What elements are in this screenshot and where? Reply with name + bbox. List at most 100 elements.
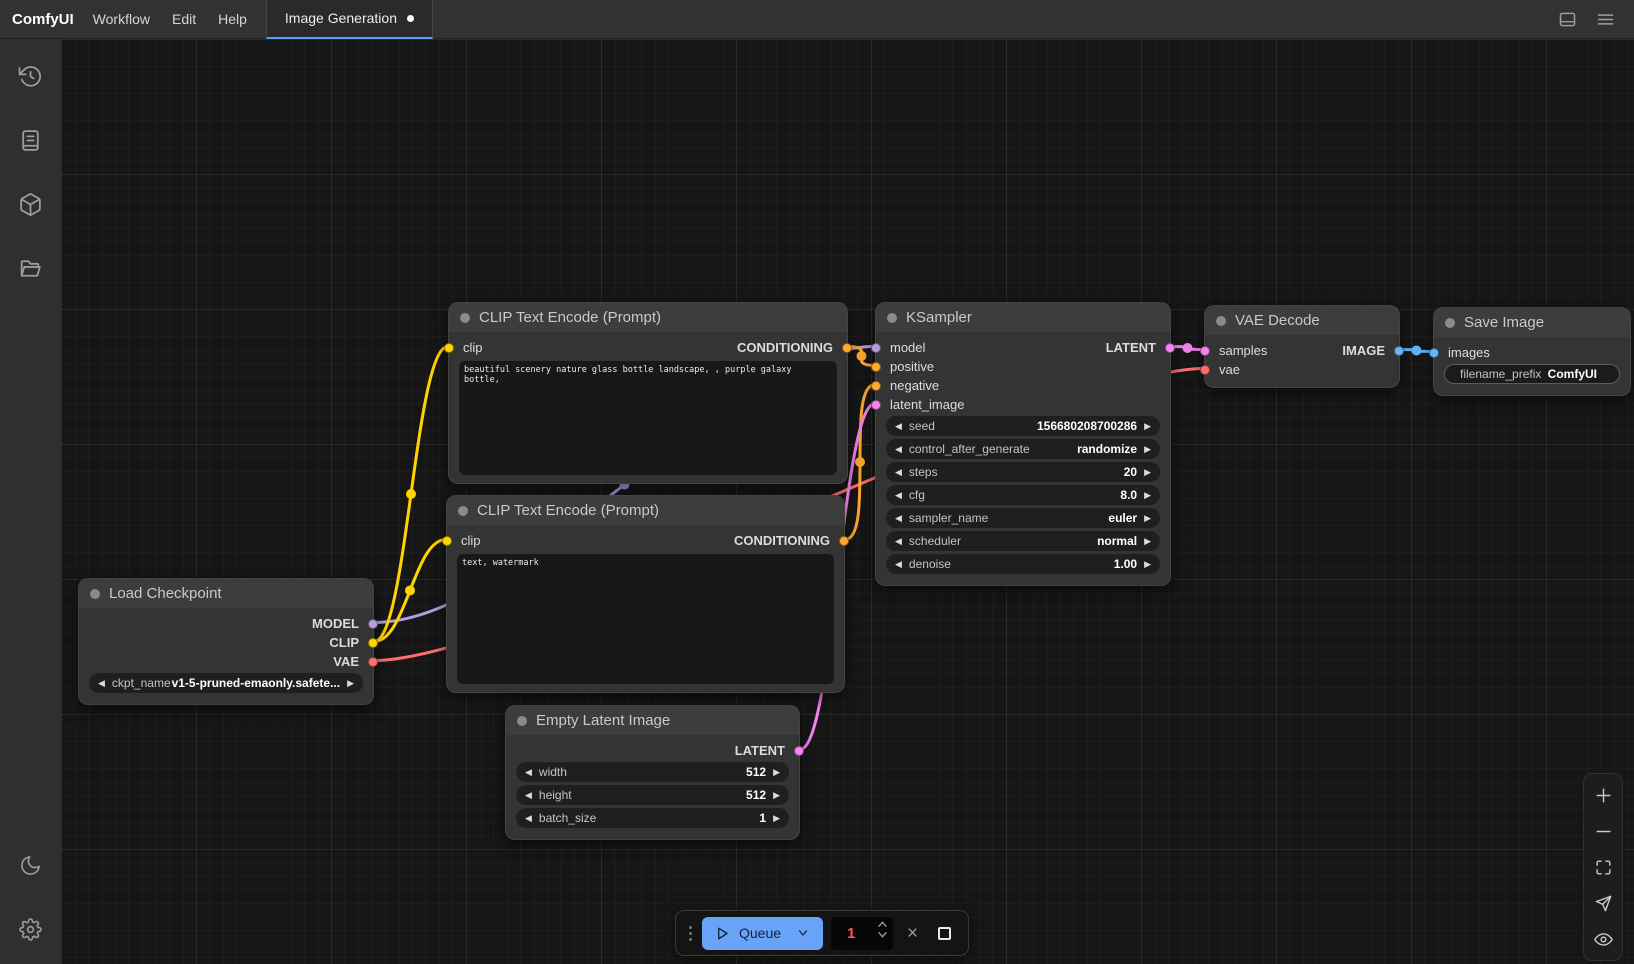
menu-edit[interactable]: Edit	[161, 11, 207, 27]
widget-decrement-icon[interactable]: ◀	[895, 537, 902, 546]
select-mode-button[interactable]	[1585, 885, 1621, 921]
menu-workflow[interactable]: Workflow	[82, 11, 161, 27]
input-slot-latent_image[interactable]	[871, 400, 881, 410]
collapse-dot-icon[interactable]	[887, 313, 897, 323]
collapse-dot-icon[interactable]	[90, 589, 100, 599]
input-slot-positive[interactable]	[871, 362, 881, 372]
widget-decrement-icon[interactable]: ◀	[525, 814, 532, 823]
widget-control_after_generate[interactable]: ◀control_after_generaterandomize▶	[886, 439, 1160, 459]
toggle-link-visibility-button[interactable]	[1585, 921, 1621, 957]
collapse-dot-icon[interactable]	[1445, 318, 1455, 328]
widget-increment-icon[interactable]: ▶	[773, 768, 780, 777]
widget-increment-icon[interactable]: ▶	[1144, 422, 1151, 431]
node-save-image[interactable]: Save Imageimagesfilename_prefixComfyUI	[1433, 307, 1631, 396]
widget-increment-icon[interactable]: ▶	[1144, 537, 1151, 546]
node-title[interactable]: KSampler	[876, 303, 1170, 332]
sidebar-item-workflows[interactable]	[10, 247, 52, 289]
workflow-tab[interactable]: Image Generation	[266, 0, 433, 39]
widget-width[interactable]: ◀width512▶	[516, 762, 789, 782]
output-slot-IMAGE[interactable]	[1394, 346, 1404, 356]
input-slot-negative[interactable]	[871, 381, 881, 391]
widget-increment-icon[interactable]: ▶	[1144, 491, 1151, 500]
node-clip-encode-2[interactable]: CLIP Text Encode (Prompt)clipCONDITIONIN…	[446, 495, 845, 693]
widget-scheduler[interactable]: ◀schedulernormal▶	[886, 531, 1160, 551]
prompt-textarea[interactable]: text, watermark	[457, 554, 834, 684]
widget-increment-icon[interactable]: ▶	[1144, 514, 1151, 523]
batch-count-input[interactable]: 1	[831, 917, 893, 950]
input-slot-model[interactable]	[871, 343, 881, 353]
widget-decrement-icon[interactable]: ◀	[895, 514, 902, 523]
widget-decrement-icon[interactable]: ◀	[895, 445, 902, 454]
output-slot-LATENT[interactable]	[1165, 343, 1175, 353]
input-slot-samples[interactable]	[1200, 346, 1210, 356]
prompt-textarea[interactable]: beautiful scenery nature glass bottle la…	[459, 361, 837, 475]
fit-view-button[interactable]	[1585, 849, 1621, 885]
node-title[interactable]: Empty Latent Image	[506, 706, 799, 735]
spinner-down-icon[interactable]	[877, 931, 888, 938]
widget-increment-icon[interactable]: ▶	[773, 814, 780, 823]
node-title[interactable]: VAE Decode	[1205, 306, 1399, 335]
output-slot-VAE[interactable]	[368, 657, 378, 667]
output-slot-LATENT[interactable]	[794, 746, 804, 756]
sidebar-item-model-library[interactable]	[10, 183, 52, 225]
spinner-up-icon[interactable]	[877, 921, 888, 928]
widget-sampler_name[interactable]: ◀sampler_nameeuler▶	[886, 508, 1160, 528]
queue-button[interactable]: Queue	[702, 917, 823, 950]
widget-seed[interactable]: ◀seed156680208700286▶	[886, 416, 1160, 436]
output-slot-MODEL[interactable]	[368, 619, 378, 629]
input-slot-vae[interactable]	[1200, 365, 1210, 375]
input-slot-clip[interactable]	[442, 536, 452, 546]
collapse-dot-icon[interactable]	[517, 716, 527, 726]
zoom-in-button[interactable]	[1585, 777, 1621, 813]
queue-bar-drag-handle[interactable]	[687, 926, 694, 941]
widget-decrement-icon[interactable]: ◀	[98, 679, 105, 688]
menu-help[interactable]: Help	[207, 11, 258, 27]
widget-height[interactable]: ◀height512▶	[516, 785, 789, 805]
widget-increment-icon[interactable]: ▶	[773, 791, 780, 800]
output-slot-CONDITIONING[interactable]	[839, 536, 849, 546]
input-slot-clip[interactable]	[444, 343, 454, 353]
input-slot-images[interactable]	[1429, 348, 1439, 358]
graph-canvas[interactable]	[61, 39, 1634, 964]
node-empty-latent[interactable]: Empty Latent ImageLATENT◀width512▶◀heigh…	[505, 705, 800, 840]
node-title[interactable]: Load Checkpoint	[79, 579, 373, 608]
widget-decrement-icon[interactable]: ◀	[895, 468, 902, 477]
widget-decrement-icon[interactable]: ◀	[895, 491, 902, 500]
widget-increment-icon[interactable]: ▶	[1144, 445, 1151, 454]
comfyui-logo[interactable]: ComfyUI	[12, 11, 74, 28]
widget-decrement-icon[interactable]: ◀	[895, 560, 902, 569]
main-menu-button[interactable]	[1586, 2, 1624, 36]
node-load-checkpoint[interactable]: Load CheckpointMODELCLIPVAE◀ckpt_namev1-…	[78, 578, 374, 705]
widget-steps[interactable]: ◀steps20▶	[886, 462, 1160, 482]
widget-decrement-icon[interactable]: ◀	[525, 791, 532, 800]
node-title[interactable]: Save Image	[1434, 308, 1630, 337]
sidebar-item-queue[interactable]	[10, 119, 52, 161]
bottom-panel-toggle-button[interactable]	[1548, 2, 1586, 36]
output-slot-CONDITIONING[interactable]	[842, 343, 852, 353]
widget-increment-icon[interactable]: ▶	[1144, 560, 1151, 569]
widget-filename_prefix[interactable]: filename_prefixComfyUI	[1444, 364, 1620, 384]
widget-cfg[interactable]: ◀cfg8.0▶	[886, 485, 1160, 505]
collapse-dot-icon[interactable]	[1216, 316, 1226, 326]
node-vae-decode[interactable]: VAE DecodesamplesIMAGEvae	[1204, 305, 1400, 388]
theme-toggle-button[interactable]	[10, 844, 52, 886]
widget-increment-icon[interactable]: ▶	[347, 679, 354, 688]
node-clip-encode-1[interactable]: CLIP Text Encode (Prompt)clipCONDITIONIN…	[448, 302, 848, 484]
collapse-dot-icon[interactable]	[458, 506, 468, 516]
widget-batch_size[interactable]: ◀batch_size1▶	[516, 808, 789, 828]
zoom-out-button[interactable]	[1585, 813, 1621, 849]
widget-ckpt_name[interactable]: ◀ckpt_namev1-5-pruned-emaonly.safete...▶	[89, 673, 363, 693]
clear-queue-button[interactable]	[932, 927, 957, 940]
interrupt-button[interactable]: ×	[901, 924, 924, 943]
node-title[interactable]: CLIP Text Encode (Prompt)	[447, 496, 844, 525]
collapse-dot-icon[interactable]	[460, 313, 470, 323]
node-ksampler[interactable]: KSamplermodelLATENTpositivenegativelaten…	[875, 302, 1171, 586]
node-title[interactable]: CLIP Text Encode (Prompt)	[449, 303, 847, 332]
sidebar-item-workflow-history[interactable]	[10, 55, 52, 97]
widget-denoise[interactable]: ◀denoise1.00▶	[886, 554, 1160, 574]
widget-decrement-icon[interactable]: ◀	[895, 422, 902, 431]
widget-increment-icon[interactable]: ▶	[1144, 468, 1151, 477]
settings-button[interactable]	[10, 908, 52, 950]
widget-decrement-icon[interactable]: ◀	[525, 768, 532, 777]
output-slot-CLIP[interactable]	[368, 638, 378, 648]
